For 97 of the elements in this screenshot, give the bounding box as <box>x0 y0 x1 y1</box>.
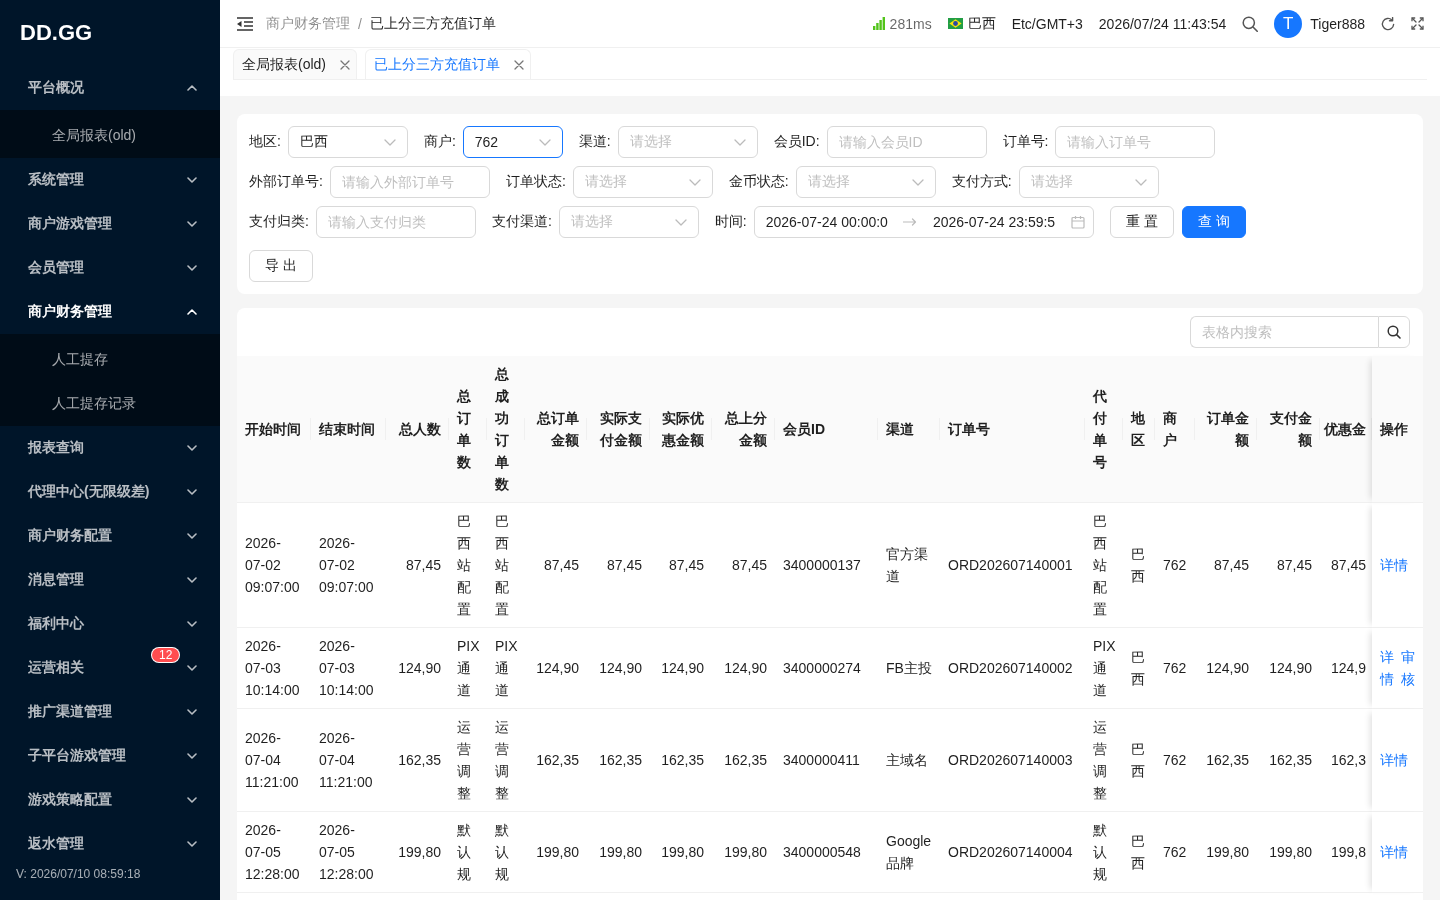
date-range-field[interactable]: 2026-07-24 00:00:0 2026-07-24 23:59:5 <box>753 206 1094 238</box>
input-field[interactable]: 请输入订单号 <box>1055 126 1216 158</box>
column-header: 总订单数 <box>449 356 487 503</box>
column-header: 总订单金额 <box>525 356 587 503</box>
chevron-down-icon <box>911 178 924 186</box>
arrow-right-icon <box>903 218 918 226</box>
chevron-down-icon <box>674 218 687 226</box>
menu-item[interactable]: 平台概况 <box>0 66 220 110</box>
field-label: 订单状态: <box>505 173 566 191</box>
signal-icon <box>872 17 885 30</box>
close-icon[interactable] <box>340 59 350 70</box>
menu-item[interactable]: 返水管理 <box>0 822 220 866</box>
column-header: 总人数 <box>386 356 449 503</box>
column-header: 商户 <box>1155 356 1195 503</box>
field-label: 外部订单号: <box>249 173 323 191</box>
menu-item[interactable]: 商户游戏管理 <box>0 202 220 246</box>
action-link[interactable]: 详情 <box>1380 749 1408 771</box>
tab[interactable]: 全局报表(old) <box>233 49 357 79</box>
action-link[interactable]: 详情 <box>1380 646 1394 690</box>
field-label: 渠道: <box>578 133 611 151</box>
menu-item[interactable]: 运营相关 12 <box>0 646 220 690</box>
select-field[interactable]: 762 <box>462 126 563 158</box>
chevron-down-icon <box>538 138 551 146</box>
chevron-down-icon <box>1134 178 1147 186</box>
action-link[interactable]: 详情 <box>1380 554 1408 576</box>
column-header: 渠道 <box>878 356 940 503</box>
button[interactable]: 查 询 <box>1181 206 1246 238</box>
username-text: Tiger888 <box>1310 15 1365 32</box>
breadcrumb-separator: / <box>358 15 362 32</box>
field-label: 商户: <box>423 133 456 151</box>
field-label: 时间: <box>714 213 747 231</box>
search-button[interactable] <box>1378 316 1410 348</box>
column-header: 支付金额 <box>1257 356 1320 503</box>
action-link[interactable]: 详情 <box>1380 841 1408 863</box>
search-field[interactable]: 表格内搜索 <box>1190 316 1378 348</box>
menu-item[interactable]: 会员管理 <box>0 246 220 290</box>
menu-item[interactable]: 代理中心(无限级差) <box>0 470 220 514</box>
submenu-item[interactable]: 全局报表(old) <box>0 114 220 158</box>
flag-icon <box>947 18 963 29</box>
field-label: 支付渠道: <box>491 213 552 231</box>
field-label: 支付归类: <box>249 213 309 231</box>
column-header: 实际支付金额 <box>587 356 650 503</box>
chevron-down-icon <box>688 178 701 186</box>
column-header: 地区 <box>1123 356 1155 503</box>
column-header: 总成功订单数 <box>487 356 525 503</box>
menu-item[interactable]: 商户财务管理 <box>0 290 220 334</box>
reload-icon[interactable] <box>1381 16 1395 31</box>
chevron-down-icon <box>383 138 396 146</box>
export-button[interactable]: 导 出 <box>249 250 313 282</box>
menu-item[interactable]: 商户财务配置 <box>0 514 220 558</box>
column-header: 结束时间 <box>311 356 386 503</box>
select-field[interactable]: 巴西 <box>287 126 408 158</box>
search-icon <box>1387 325 1401 339</box>
field-label: 订单号: <box>1002 133 1049 151</box>
notification-badge: 12 <box>152 648 180 662</box>
datetime-text: 2026/07/24 11:43:54 <box>1098 15 1227 32</box>
close-icon[interactable] <box>514 59 524 70</box>
region-text: 巴西 <box>967 14 996 33</box>
column-header: 订单金额 <box>1195 356 1257 503</box>
field-label: 地区: <box>249 133 281 151</box>
action-link[interactable]: 审核 <box>1401 646 1415 690</box>
chevron-down-icon <box>733 138 746 146</box>
menu-item[interactable]: 游戏策略配置 <box>0 778 220 822</box>
timezone-text: Etc/GMT+3 <box>1011 15 1083 32</box>
tab[interactable]: 已上分三方充值订单 <box>365 49 531 79</box>
column-header: 代付单号 <box>1085 356 1123 503</box>
submenu-item[interactable]: 人工提存记录 <box>0 382 220 426</box>
column-header: 操作 <box>1372 356 1423 503</box>
logo-text: DD.GG <box>20 20 93 46</box>
column-header: 实际优惠金额 <box>650 356 712 503</box>
submenu-item[interactable]: 人工提存 <box>0 338 220 382</box>
field-label: 支付方式: <box>951 173 1012 191</box>
column-header: 订单号 <box>940 356 1085 503</box>
breadcrumb-current: 已上分三方充值订单 <box>369 14 496 33</box>
search-icon[interactable] <box>1242 15 1259 32</box>
button[interactable]: 重 置 <box>1109 206 1174 238</box>
menu-item[interactable]: 福利中心 <box>0 602 220 646</box>
column-header: 总上分金额 <box>712 356 775 503</box>
menu-item[interactable]: 消息管理 <box>0 558 220 602</box>
calendar-icon <box>1070 215 1085 229</box>
column-header: 开始时间 <box>237 356 311 503</box>
input-field[interactable]: 请输入支付归类 <box>315 206 476 238</box>
menu-item[interactable]: 系统管理 <box>0 158 220 202</box>
fullscreen-icon[interactable] <box>1411 17 1424 30</box>
column-header: 优惠金 <box>1320 356 1372 503</box>
version-text: V: 2026/07/10 08:59:18 <box>15 866 142 882</box>
field-label: 金币状态: <box>728 173 789 191</box>
field-label: 会员ID: <box>773 133 820 151</box>
menu-item[interactable]: 子平台游戏管理 <box>0 734 220 778</box>
latency-text: 281ms <box>889 15 932 32</box>
input-field[interactable]: 请输入外部订单号 <box>329 166 490 198</box>
column-header: 会员ID <box>775 356 878 503</box>
menu-item[interactable]: 报表查询 <box>0 426 220 470</box>
menu-fold-icon[interactable] <box>237 16 253 31</box>
avatar[interactable]: T <box>1274 9 1303 38</box>
input-field[interactable]: 请输入会员ID <box>826 126 987 158</box>
menu-item[interactable]: 推广渠道管理 <box>0 690 220 734</box>
